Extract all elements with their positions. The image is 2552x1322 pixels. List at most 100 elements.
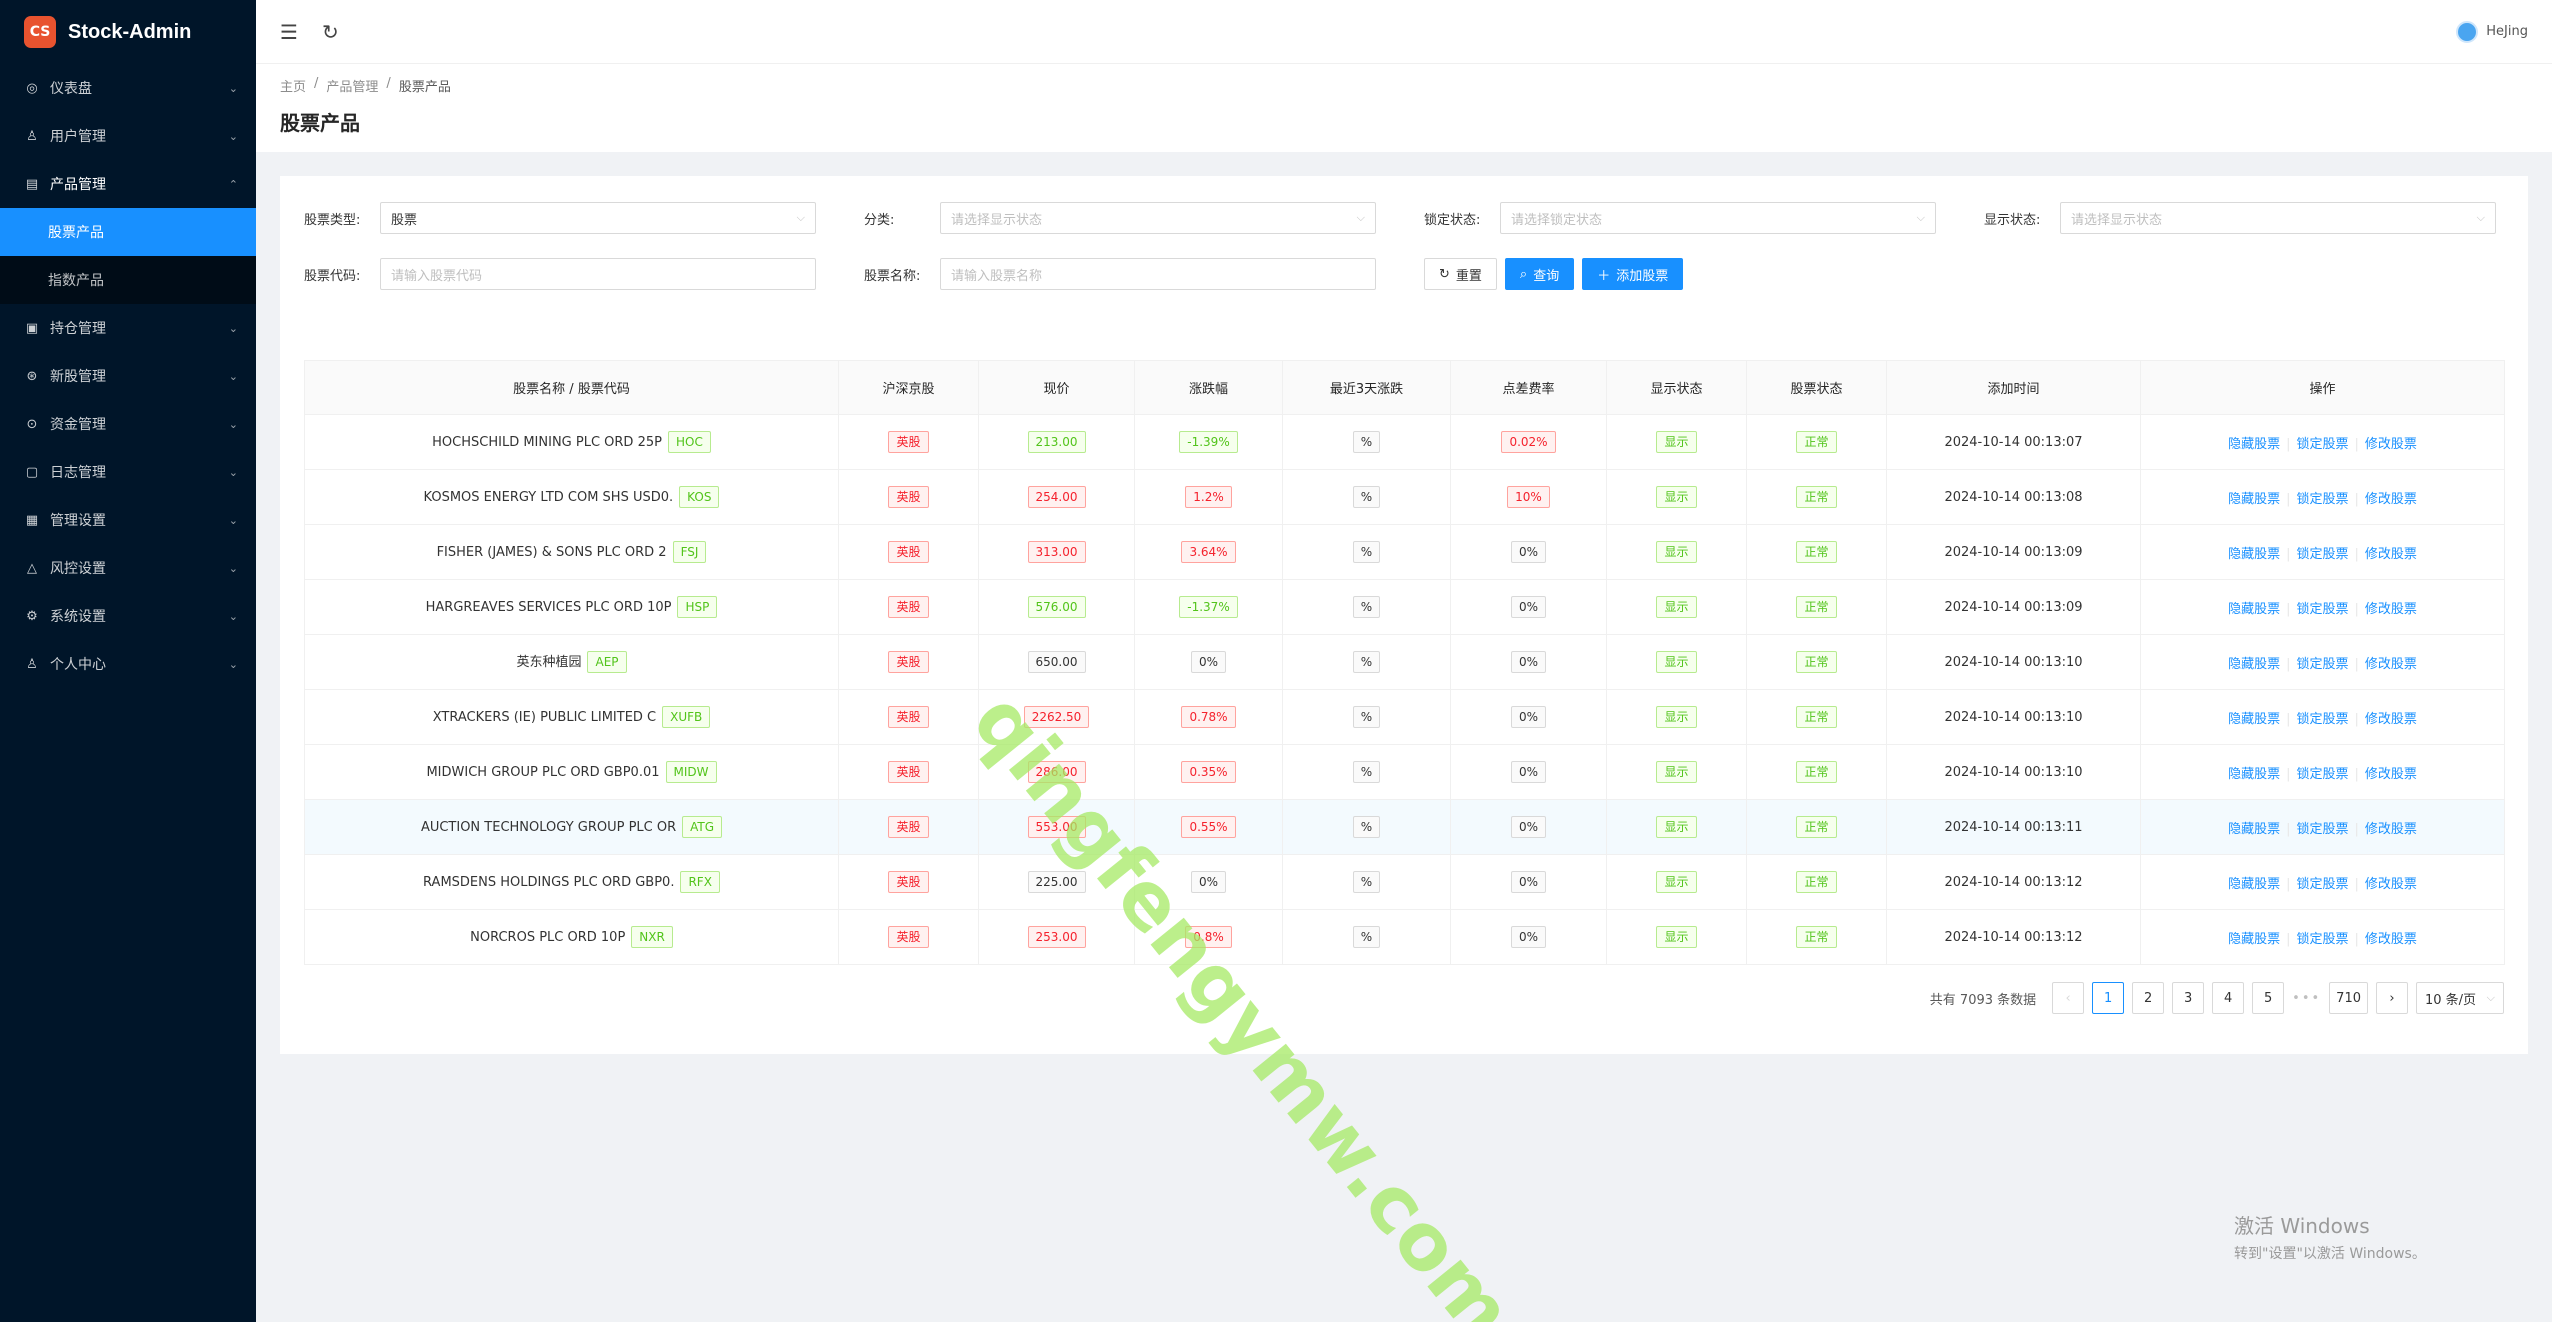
- search-button[interactable]: ⌕ 查询: [1504, 258, 1575, 290]
- lock-stock-link[interactable]: 锁定股票: [2296, 657, 2348, 672]
- add-stock-button[interactable]: ＋ 添加股票: [1582, 258, 1684, 290]
- logo[interactable]: CS Stock-Admin: [0, 0, 256, 64]
- edit-stock-link[interactable]: 修改股票: [2365, 657, 2417, 672]
- lock-stock-link[interactable]: 锁定股票: [2296, 437, 2348, 452]
- lock-stock-link[interactable]: 锁定股票: [2296, 602, 2348, 617]
- edit-stock-link[interactable]: 修改股票: [2365, 822, 2417, 837]
- hide-stock-link[interactable]: 隐藏股票: [2228, 492, 2280, 507]
- prev-page-button[interactable]: ‹: [2052, 982, 2085, 1014]
- stock-name: FISHER (JAMES) & SONS PLC ORD 2: [436, 545, 667, 560]
- display-status-cell: 显示: [1606, 689, 1747, 745]
- page-5[interactable]: 5: [2252, 982, 2285, 1014]
- hide-stock-link[interactable]: 隐藏股票: [2228, 657, 2280, 672]
- sidebar-item[interactable]: ♙ 个人中心 ⌄: [0, 640, 256, 688]
- stock-type-label: 股票类型:: [304, 212, 361, 228]
- breadcrumb-product[interactable]: 产品管理: [326, 76, 378, 95]
- logo-icon: CS: [24, 16, 56, 48]
- stock-type-select[interactable]: 股票 ⌵: [380, 202, 816, 234]
- display-status-tag: 显示: [1656, 706, 1697, 728]
- submenu-item[interactable]: 股票产品: [0, 208, 256, 256]
- sidebar-item[interactable]: ▦ 管理设置 ⌄: [0, 496, 256, 544]
- sidebar-item[interactable]: ▣ 持仓管理 ⌄: [0, 304, 256, 352]
- chart-icon: ▤: [25, 176, 39, 192]
- edit-stock-link[interactable]: 修改股票: [2365, 492, 2417, 507]
- lock-stock-link[interactable]: 锁定股票: [2296, 822, 2348, 837]
- sidebar-item[interactable]: ⊙ 资金管理 ⌄: [0, 400, 256, 448]
- change-cell: -1.37%: [1134, 579, 1283, 635]
- category-select[interactable]: 请选择显示状态 ⌵: [940, 202, 1376, 234]
- pagination-ellipsis[interactable]: •••: [2292, 991, 2321, 1006]
- lock-stock-link[interactable]: 锁定股票: [2296, 932, 2348, 947]
- sidebar-item[interactable]: ◎ 仪表盘 ⌄: [0, 64, 256, 112]
- breadcrumb-home[interactable]: 主页: [280, 76, 306, 95]
- action-divider: |: [2354, 766, 2359, 782]
- stock-status-cell: 正常: [1746, 799, 1887, 855]
- spread-tag: 0%: [1510, 926, 1547, 948]
- hide-stock-link[interactable]: 隐藏股票: [2228, 437, 2280, 452]
- reset-button[interactable]: ↻ 重置: [1424, 258, 1497, 290]
- spread-tag: 0%: [1510, 596, 1547, 618]
- stock-name-input[interactable]: 请输入股票名称: [940, 258, 1376, 290]
- lock-status-select[interactable]: 请选择锁定状态 ⌵: [1500, 202, 1936, 234]
- display-status-select[interactable]: 请选择显示状态 ⌵: [2060, 202, 2496, 234]
- price-tag: 313.00: [1027, 541, 1086, 563]
- action-divider: |: [2354, 656, 2359, 672]
- refresh-icon[interactable]: ↻: [322, 20, 339, 44]
- actions-cell: 隐藏股票 | 锁定股票 | 修改股票: [2140, 414, 2505, 470]
- hide-stock-link[interactable]: 隐藏股票: [2228, 822, 2280, 837]
- admin-settings-icon: ▦: [25, 512, 39, 528]
- stock-code-tag: NXR: [631, 926, 673, 948]
- chevron-down-icon: ⌄: [228, 465, 238, 479]
- chevron-down-icon: ⌄: [228, 513, 238, 527]
- hide-stock-link[interactable]: 隐藏股票: [2228, 712, 2280, 727]
- lock-stock-link[interactable]: 锁定股票: [2296, 547, 2348, 562]
- change-tag: -1.37%: [1179, 596, 1238, 618]
- stock-status-cell: 正常: [1746, 469, 1887, 525]
- lock-stock-link[interactable]: 锁定股票: [2296, 877, 2348, 892]
- menu-fold-icon[interactable]: ☰: [280, 20, 298, 44]
- page-4[interactable]: 4: [2212, 982, 2245, 1014]
- hide-stock-link[interactable]: 隐藏股票: [2228, 877, 2280, 892]
- sidebar-item[interactable]: ▢ 日志管理 ⌄: [0, 448, 256, 496]
- sidebar-item[interactable]: △ 风控设置 ⌄: [0, 544, 256, 592]
- sidebar-item[interactable]: ♙ 用户管理 ⌄: [0, 112, 256, 160]
- column-header: 股票状态: [1746, 360, 1887, 415]
- lock-stock-link[interactable]: 锁定股票: [2296, 712, 2348, 727]
- edit-stock-link[interactable]: 修改股票: [2365, 602, 2417, 617]
- edit-stock-link[interactable]: 修改股票: [2365, 547, 2417, 562]
- stock-code-tag: XUFB: [662, 706, 711, 728]
- edit-stock-link[interactable]: 修改股票: [2365, 712, 2417, 727]
- stock-name-label: 股票名称:: [864, 268, 921, 284]
- page-size-select[interactable]: 10 条/页 ⌵: [2416, 982, 2504, 1014]
- page-3[interactable]: 3: [2172, 982, 2205, 1014]
- submenu-item[interactable]: 指数产品: [0, 256, 256, 304]
- market-cell: 英股: [838, 909, 979, 965]
- sidebar-item[interactable]: ⚙ 系统设置 ⌄: [0, 592, 256, 640]
- lock-stock-link[interactable]: 锁定股票: [2296, 767, 2348, 782]
- hide-stock-link[interactable]: 隐藏股票: [2228, 932, 2280, 947]
- actions-cell: 隐藏股票 | 锁定股票 | 修改股票: [2140, 854, 2505, 910]
- three-day-tag: %: [1352, 541, 1381, 563]
- windows-activation: 激活 Windows 转到"设置"以激活 Windows。: [2234, 1210, 2426, 1263]
- page-last[interactable]: 710: [2329, 982, 2368, 1014]
- next-page-button[interactable]: ›: [2376, 982, 2408, 1014]
- hide-stock-link[interactable]: 隐藏股票: [2228, 602, 2280, 617]
- price-tag: 650.00: [1027, 651, 1086, 673]
- hide-stock-link[interactable]: 隐藏股票: [2228, 547, 2280, 562]
- sidebar-item[interactable]: ▤ 产品管理 ⌃: [0, 160, 256, 208]
- hide-stock-link[interactable]: 隐藏股票: [2228, 767, 2280, 782]
- column-header: 显示状态: [1606, 360, 1747, 415]
- user-menu[interactable]: HeJing: [2456, 20, 2528, 43]
- edit-stock-link[interactable]: 修改股票: [2365, 877, 2417, 892]
- edit-stock-link[interactable]: 修改股票: [2365, 932, 2417, 947]
- stock-code-input[interactable]: 请输入股票代码: [380, 258, 816, 290]
- edit-stock-link[interactable]: 修改股票: [2365, 767, 2417, 782]
- edit-stock-link[interactable]: 修改股票: [2365, 437, 2417, 452]
- page-2[interactable]: 2: [2132, 982, 2165, 1014]
- lock-stock-link[interactable]: 锁定股票: [2296, 492, 2348, 507]
- added-time-cell: 2024-10-14 00:13:12: [1886, 854, 2141, 910]
- page-1[interactable]: 1: [2092, 982, 2125, 1014]
- sidebar-item[interactable]: ⊛ 新股管理 ⌄: [0, 352, 256, 400]
- added-time-cell: 2024-10-14 00:13:10: [1886, 634, 2141, 690]
- column-header: 添加时间: [1886, 360, 2141, 415]
